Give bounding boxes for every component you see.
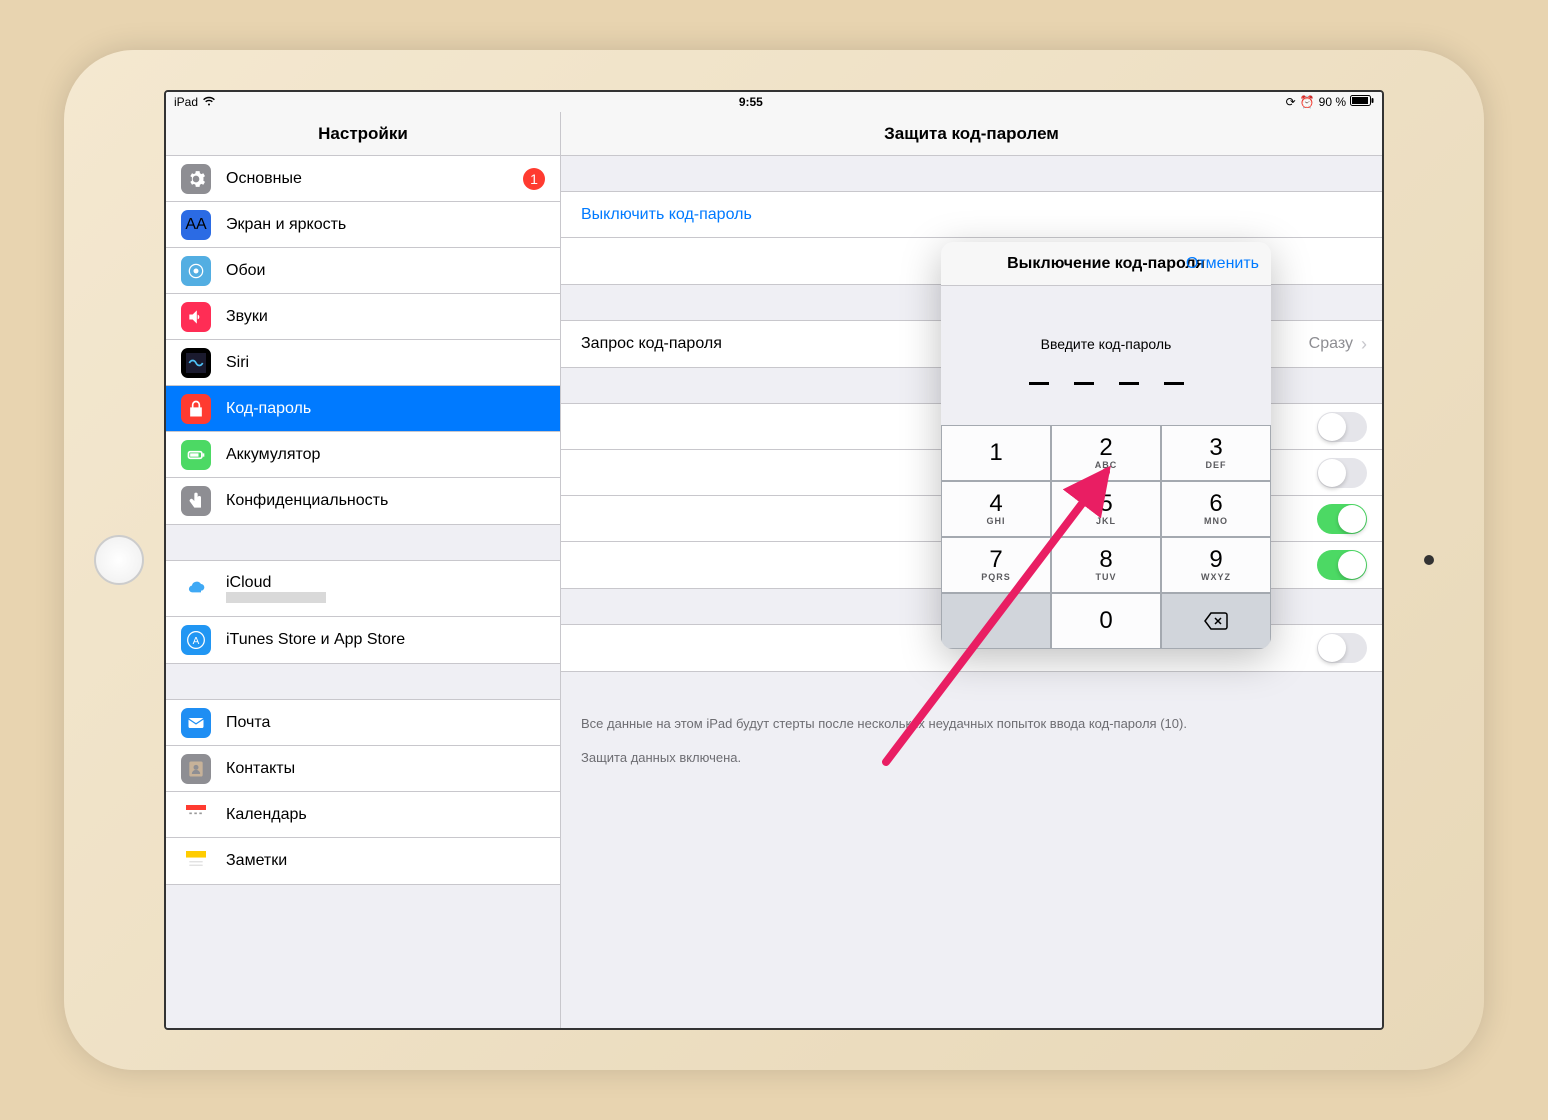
key-5[interactable]: 5JKL — [1051, 481, 1161, 537]
wallpaper-icon — [181, 256, 211, 286]
speaker-icon — [181, 302, 211, 332]
sidebar-item-speaker[interactable]: Звуки — [166, 294, 560, 340]
battery-icon — [1350, 95, 1374, 109]
redacted-email — [226, 592, 326, 603]
toggle-switch[interactable] — [1317, 458, 1367, 488]
sidebar-item-brightness[interactable]: AA Экран и яркость — [166, 202, 560, 248]
sidebar-item-label: Siri — [226, 354, 545, 372]
sidebar-item-label: Экран и яркость — [226, 216, 545, 234]
key-0[interactable]: 0 — [1051, 593, 1161, 649]
passcode-dash-4 — [1164, 382, 1184, 385]
sidebar-item-label: Звуки — [226, 308, 545, 326]
hand-icon — [181, 486, 211, 516]
passcode-dash-3 — [1119, 382, 1139, 385]
cloud-icon — [181, 574, 211, 604]
notes-icon — [181, 846, 211, 876]
erase-data-footer: Все данные на этом iPad будут стерты пос… — [561, 707, 1382, 741]
key-8[interactable]: 8TUV — [1051, 537, 1161, 593]
passcode-dash-1 — [1029, 382, 1049, 385]
notification-badge: 1 — [523, 168, 545, 190]
backspace-key[interactable] — [1161, 593, 1271, 649]
svg-text:A: A — [193, 636, 200, 647]
sidebar-item-label: Обои — [226, 262, 545, 280]
key-empty — [941, 593, 1051, 649]
passcode-input — [941, 382, 1271, 385]
sidebar-item-label: iCloud — [226, 574, 545, 592]
home-button[interactable] — [94, 535, 144, 585]
key-1[interactable]: 1 — [941, 425, 1051, 481]
toggle-switch[interactable] — [1317, 550, 1367, 580]
sidebar-item-siri[interactable]: Siri — [166, 340, 560, 386]
detail-pane: Защита код-паролем Выключить код-пароль … — [561, 112, 1382, 1028]
popover-header: Выключение код-пароля Отменить — [941, 242, 1271, 286]
key-6[interactable]: 6MNO — [1161, 481, 1271, 537]
siri-icon — [181, 348, 211, 378]
sidebar-item-appstore[interactable]: AiTunes Store и App Store — [166, 617, 560, 663]
require-value: Сразу — [1309, 335, 1353, 353]
key-9[interactable]: 9WXYZ — [1161, 537, 1271, 593]
sidebar-item-hand[interactable]: Конфиденциальность — [166, 478, 560, 524]
status-bar: iPad 9:55 ⟳ ⏰ 90 % — [166, 92, 1382, 112]
mail-icon — [181, 708, 211, 738]
sidebar-item-label: Код-пароль — [226, 400, 545, 418]
brightness-icon: AA — [181, 210, 211, 240]
sidebar-item-mail[interactable]: Почта — [166, 700, 560, 746]
screen: iPad 9:55 ⟳ ⏰ 90 % Настройки О — [164, 90, 1384, 1030]
rotation-lock-icon: ⟳ — [1286, 95, 1296, 109]
sidebar-item-cloud[interactable]: iCloud — [166, 561, 560, 617]
sidebar-item-label: Заметки — [226, 852, 545, 870]
battery-percent: 90 % — [1319, 95, 1346, 109]
status-time: 9:55 — [739, 95, 763, 109]
sidebar-item-lock[interactable]: Код-пароль — [166, 386, 560, 432]
number-keypad: 12ABC3DEF 4GHI5JKL6MNO 7PQRS8TUV9WXYZ0 — [941, 425, 1271, 649]
gear-icon — [181, 164, 211, 194]
appstore-icon: A — [181, 625, 211, 655]
turn-off-passcode-row[interactable]: Выключить код-пароль — [561, 192, 1382, 238]
sidebar-item-gear[interactable]: Основные1 — [166, 156, 560, 202]
detail-header: Защита код-паролем — [561, 112, 1382, 156]
sidebar-item-calendar[interactable]: Календарь — [166, 792, 560, 838]
contacts-icon — [181, 754, 211, 784]
key-2[interactable]: 2ABC — [1051, 425, 1161, 481]
key-7[interactable]: 7PQRS — [941, 537, 1051, 593]
turn-off-passcode-link[interactable]: Выключить код-пароль — [581, 206, 752, 224]
toggle-switch[interactable] — [1317, 504, 1367, 534]
data-protection-footer: Защита данных включена. — [561, 741, 1382, 775]
front-camera — [1424, 555, 1434, 565]
passcode-prompt: Введите код-пароль — [941, 336, 1271, 352]
wifi-icon — [202, 95, 216, 109]
alarm-icon: ⏰ — [1300, 95, 1315, 109]
sidebar-item-label: Почта — [226, 714, 545, 732]
passcode-dash-2 — [1074, 382, 1094, 385]
device-label: iPad — [174, 95, 198, 109]
battery-icon — [181, 440, 211, 470]
chevron-right-icon: › — [1361, 334, 1367, 355]
detail-title: Защита код-паролем — [884, 124, 1059, 144]
calendar-icon — [181, 800, 211, 830]
sidebar-item-label: Контакты — [226, 760, 545, 778]
popover-title: Выключение код-пароля — [1007, 255, 1205, 273]
sidebar-header: Настройки — [166, 112, 560, 156]
sidebar-item-notes[interactable]: Заметки — [166, 838, 560, 884]
settings-sidebar: Настройки Основные1 AA Экран и яркость Обои… — [166, 112, 561, 1028]
sidebar-item-label: iTunes Store и App Store — [226, 631, 545, 649]
sidebar-item-battery[interactable]: Аккумулятор — [166, 432, 560, 478]
passcode-popover: Выключение код-пароля Отменить Введите к… — [941, 242, 1271, 649]
cancel-button[interactable]: Отменить — [1186, 255, 1259, 273]
sidebar-item-label: Календарь — [226, 806, 545, 824]
toggle-switch[interactable] — [1317, 633, 1367, 663]
sidebar-item-label: Конфиденциальность — [226, 492, 545, 510]
key-3[interactable]: 3DEF — [1161, 425, 1271, 481]
toggle-switch[interactable] — [1317, 412, 1367, 442]
sidebar-item-wallpaper[interactable]: Обои — [166, 248, 560, 294]
settings-list[interactable]: Основные1 AA Экран и яркость Обои Звуки Siri К… — [166, 156, 560, 1028]
sidebar-item-contacts[interactable]: Контакты — [166, 746, 560, 792]
sidebar-title: Настройки — [318, 124, 408, 144]
lock-icon — [181, 394, 211, 424]
sidebar-item-label: Основные — [226, 170, 523, 188]
ipad-frame: iPad 9:55 ⟳ ⏰ 90 % Настройки О — [64, 50, 1484, 1070]
sidebar-item-label: Аккумулятор — [226, 446, 545, 464]
key-4[interactable]: 4GHI — [941, 481, 1051, 537]
